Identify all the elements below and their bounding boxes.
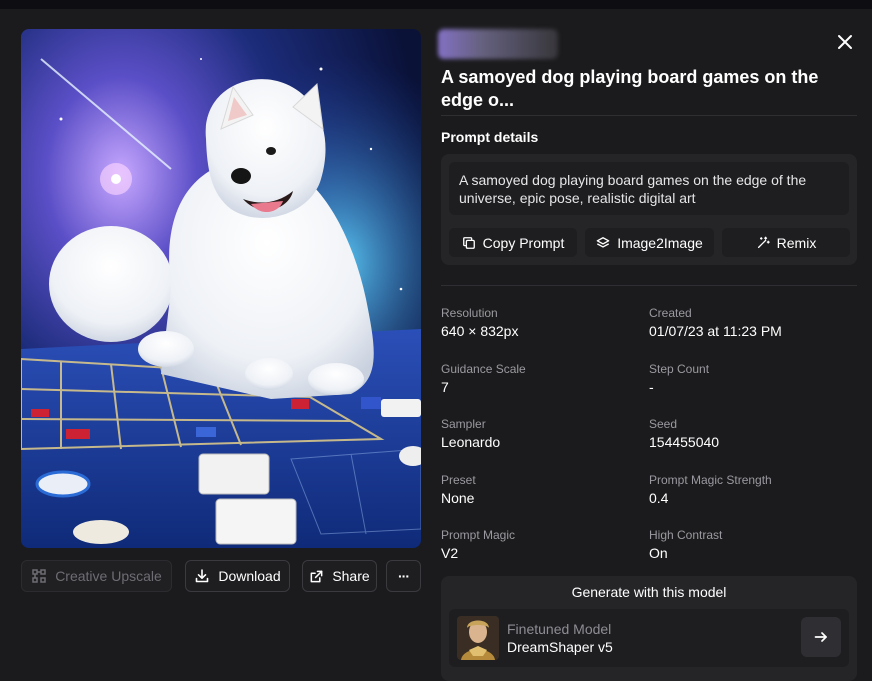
upscale-icon: [32, 569, 46, 583]
detail-label: Preset: [441, 473, 476, 487]
magic-wand-icon: [757, 236, 770, 248]
detail-value: -: [649, 379, 654, 395]
detail-value: 01/07/23 at 11:23 PM: [649, 323, 782, 339]
generate-with-model-card: Generate with this model Finetuned Model…: [441, 576, 857, 681]
copy-prompt-label: Copy Prompt: [482, 234, 565, 251]
detail-label: Created: [649, 306, 692, 320]
image-title: A samoyed dog playing board games on the…: [441, 67, 819, 110]
detail-value: Leonardo: [441, 434, 501, 450]
use-model-button[interactable]: [801, 617, 841, 657]
blurred-avatar: [438, 29, 558, 59]
image2image-label: Image2Image: [617, 234, 703, 251]
detail-label: Prompt Magic Strength: [649, 473, 772, 487]
generate-heading: Generate with this model: [571, 584, 727, 600]
top-bar: [0, 0, 872, 9]
detail-label: Resolution: [441, 306, 498, 320]
detail-label: Step Count: [649, 362, 710, 376]
detail-value: 640 × 832px: [441, 323, 519, 339]
model-thumbnail: [457, 616, 499, 660]
copy-prompt-button[interactable]: Copy Prompt: [449, 228, 577, 257]
ellipsis-icon: ···: [398, 568, 410, 584]
remix-label: Remix: [776, 234, 817, 251]
layers-icon: [596, 236, 610, 248]
external-link-icon: [310, 570, 323, 582]
model-row[interactable]: Finetuned Model DreamShaper v5: [449, 609, 849, 667]
arrow-right-icon: [814, 632, 827, 642]
download-label: Download: [218, 568, 281, 584]
detail-value: On: [649, 545, 668, 561]
detail-label: High Contrast: [649, 528, 723, 542]
image2image-button[interactable]: Image2Image: [585, 228, 714, 257]
close-icon: [838, 35, 852, 49]
model-type-label: Finetuned Model: [507, 621, 612, 637]
detail-value: 7: [441, 379, 449, 395]
samoyed-artwork: [21, 29, 421, 548]
more-options-button[interactable]: ···: [386, 560, 421, 592]
creative-upscale-button[interactable]: Creative Upscale: [21, 560, 172, 592]
download-icon: [196, 569, 209, 583]
share-label: Share: [332, 568, 370, 584]
detail-value: None: [441, 490, 475, 506]
detail-label: Guidance Scale: [441, 362, 526, 376]
share-button[interactable]: Share: [302, 560, 377, 592]
detail-label: Prompt Magic: [441, 528, 516, 542]
model-name: DreamShaper v5: [507, 639, 613, 655]
close-button[interactable]: [834, 31, 856, 53]
divider: [441, 285, 857, 286]
creative-upscale-label: Creative Upscale: [55, 568, 162, 584]
prompt-details-heading: Prompt details: [441, 129, 539, 145]
prompt-text: A samoyed dog playing board games on the…: [449, 162, 849, 215]
divider: [441, 115, 857, 116]
detail-label: Sampler: [441, 417, 486, 431]
detail-label: Seed: [649, 417, 678, 431]
download-button[interactable]: Download: [185, 560, 290, 592]
generated-image[interactable]: [21, 29, 421, 548]
image-details-modal: Creative Upscale Download Share ··· A sa…: [0, 9, 872, 681]
remix-button[interactable]: Remix: [722, 228, 850, 257]
detail-value: 154455040: [649, 434, 720, 450]
copy-icon: [462, 236, 475, 249]
prompt-card: A samoyed dog playing board games on the…: [441, 154, 857, 265]
detail-value: V2: [441, 545, 459, 561]
detail-value: 0.4: [649, 490, 669, 506]
